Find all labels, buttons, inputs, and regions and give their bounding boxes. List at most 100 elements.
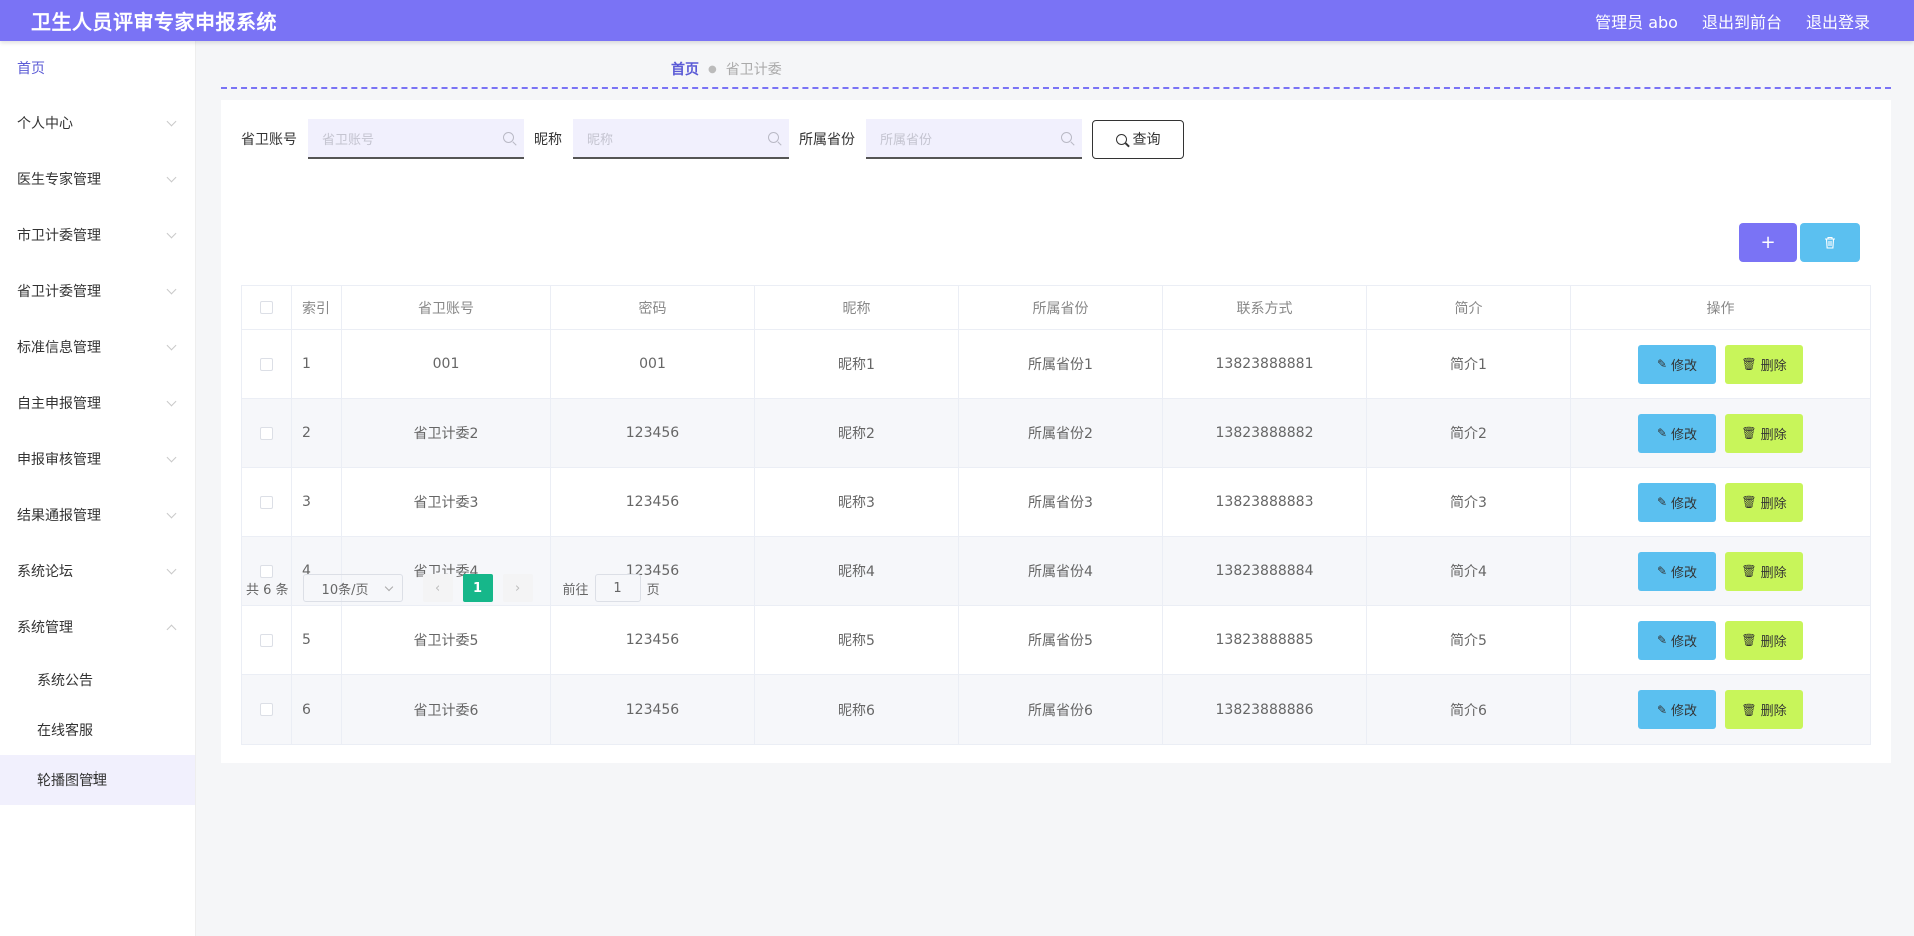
edit-icon: ✎ xyxy=(1656,495,1668,509)
content-panel: 省卫账号 省卫账号 昵称 昵称 所属省份 所属省份 查询 + 索引 省卫账号 密… xyxy=(221,100,1891,763)
next-page-button[interactable]: › xyxy=(502,574,533,602)
account-placeholder: 省卫账号 xyxy=(322,132,375,148)
cell-account: 省卫计委2 xyxy=(342,399,551,467)
sidebar-item-system-manage[interactable]: 系统管理 xyxy=(0,599,195,655)
divider xyxy=(221,87,1891,89)
cell-index: 2 xyxy=(292,399,342,467)
cell-province: 所属省份2 xyxy=(959,399,1163,467)
province-label: 所属省份 xyxy=(799,132,855,148)
cell-actions: ✎ 修改 🗑 删除 xyxy=(1571,330,1870,398)
sidebar-item-label: 医生专家管理 xyxy=(17,172,101,188)
edit-button[interactable]: ✎ 修改 xyxy=(1638,551,1716,591)
cell-phone: 13823888882 xyxy=(1163,399,1367,467)
current-user: 管理员 abo xyxy=(1595,12,1678,32)
sidebar-item-label: 申报审核管理 xyxy=(17,452,101,468)
sidebar-item-self-declare[interactable]: 自主申报管理 xyxy=(0,375,195,431)
delete-button[interactable]: 🗑 删除 xyxy=(1725,482,1803,522)
row-checkbox[interactable] xyxy=(260,495,273,509)
sidebar-item-declare-review[interactable]: 申报审核管理 xyxy=(0,431,195,487)
header-checkbox-cell xyxy=(242,286,292,329)
row-checkbox[interactable] xyxy=(260,426,273,440)
cell-actions: ✎ 修改 🗑 删除 xyxy=(1571,399,1870,467)
query-button[interactable]: 查询 xyxy=(1092,119,1184,159)
sidebar-item-label: 自主申报管理 xyxy=(17,396,101,412)
chevron-down-icon xyxy=(166,452,177,462)
cell-index: 1 xyxy=(292,330,342,398)
delete-button[interactable]: 🗑 删除 xyxy=(1725,620,1803,660)
cell-nickname: 昵称2 xyxy=(755,399,959,467)
sidebar-item-label: 省卫计委管理 xyxy=(17,284,101,300)
chevron-down-icon xyxy=(166,172,177,182)
delete-button[interactable]: 🗑 删除 xyxy=(1725,344,1803,384)
sidebar-item-standard-info[interactable]: 标准信息管理 xyxy=(0,319,195,375)
row-checkbox[interactable] xyxy=(260,633,273,647)
row-checkbox[interactable] xyxy=(260,703,273,716)
edit-icon: ✎ xyxy=(1656,633,1668,647)
prev-page-button[interactable]: ‹ xyxy=(422,574,453,602)
logout-link[interactable]: 退出登录 xyxy=(1806,9,1870,33)
cell-account: 省卫计委3 xyxy=(342,468,551,536)
edit-button[interactable]: ✎ 修改 xyxy=(1638,344,1716,384)
cell-password: 123456 xyxy=(551,606,755,674)
header-index: 索引 xyxy=(292,286,342,329)
breadcrumb-separator-icon: ● xyxy=(708,63,717,75)
edit-button[interactable]: ✎ 修改 xyxy=(1638,620,1716,660)
sidebar-subitem-announcement[interactable]: 系统公告 xyxy=(0,655,195,705)
sidebar-item-label: 个人中心 xyxy=(17,116,73,132)
cell-phone: 13823888886 xyxy=(1163,675,1367,744)
edit-label: 修改 xyxy=(1671,496,1698,512)
cell-password: 001 xyxy=(551,330,755,398)
breadcrumb-home[interactable]: 首页 xyxy=(671,59,699,79)
sidebar-item-city-committee[interactable]: 市卫计委管理 xyxy=(0,207,195,263)
cell-province: 所属省份4 xyxy=(959,537,1163,605)
exit-to-front-link[interactable]: 退出到前台 xyxy=(1702,9,1782,33)
cell-account: 省卫计委6 xyxy=(342,675,551,744)
pagination: 共 6 条 10条/页 ‹ 1 › 前往 1 页 xyxy=(246,574,660,602)
cell-actions: ✎ 修改 🗑 删除 xyxy=(1571,468,1870,536)
edit-icon: ✎ xyxy=(1656,357,1668,371)
delete-label: 删除 xyxy=(1760,496,1787,512)
cell-intro: 简介1 xyxy=(1367,330,1571,398)
delete-button[interactable]: 🗑 删除 xyxy=(1725,690,1803,729)
cell-actions: ✎ 修改 🗑 删除 xyxy=(1571,606,1870,674)
page-size-select[interactable]: 10条/页 xyxy=(302,574,403,602)
sidebar-item-forum[interactable]: 系统论坛 xyxy=(0,543,195,599)
table-row: 6 省卫计委6 123456 昵称6 所属省份6 13823888886 简介6… xyxy=(242,675,1870,744)
sidebar-item-result-notice[interactable]: 结果通报管理 xyxy=(0,487,195,543)
table-row: 2 省卫计委2 123456 昵称2 所属省份2 13823888882 简介2… xyxy=(242,399,1870,468)
select-all-checkbox[interactable] xyxy=(260,301,273,314)
chevron-down-icon xyxy=(166,508,177,518)
query-button-label: 查询 xyxy=(1132,132,1161,148)
header-nickname: 昵称 xyxy=(755,286,959,329)
sidebar-item-label: 系统论坛 xyxy=(17,564,73,580)
chevron-right-icon: › xyxy=(514,580,521,596)
app-title: 卫生人员评审专家申报系统 xyxy=(31,10,277,34)
cell-actions: ✎ 修改 🗑 删除 xyxy=(1571,675,1870,744)
edit-button[interactable]: ✎ 修改 xyxy=(1638,690,1716,729)
sidebar-item-home[interactable]: 首页 xyxy=(0,41,195,95)
row-checkbox-cell xyxy=(242,399,292,467)
search-icon xyxy=(1115,133,1127,145)
header-province: 所属省份 xyxy=(959,286,1163,329)
cell-intro: 简介6 xyxy=(1367,675,1571,744)
cell-password: 123456 xyxy=(551,468,755,536)
batch-delete-button[interactable] xyxy=(1800,223,1860,262)
nickname-search-input[interactable]: 昵称 xyxy=(573,119,789,159)
add-button[interactable]: + xyxy=(1739,223,1797,262)
row-checkbox[interactable] xyxy=(260,357,273,371)
delete-button[interactable]: 🗑 删除 xyxy=(1725,413,1803,453)
goto-page-input[interactable]: 1 xyxy=(594,574,641,602)
chevron-down-icon xyxy=(166,564,177,574)
edit-button[interactable]: ✎ 修改 xyxy=(1638,413,1716,453)
account-search-input[interactable]: 省卫账号 xyxy=(308,119,524,159)
trash-icon: 🗑 xyxy=(1741,702,1757,717)
sidebar-subitem-online-service[interactable]: 在线客服 xyxy=(0,705,195,755)
page-number-1[interactable]: 1 xyxy=(462,574,493,602)
edit-button[interactable]: ✎ 修改 xyxy=(1638,482,1716,522)
sidebar-item-personal-center[interactable]: 个人中心 xyxy=(0,95,195,151)
hand-cursor-icon: ☝ xyxy=(88,768,99,789)
sidebar-item-province-committee[interactable]: 省卫计委管理 xyxy=(0,263,195,319)
sidebar-item-doctor-expert[interactable]: 医生专家管理 xyxy=(0,151,195,207)
province-search-input[interactable]: 所属省份 xyxy=(866,119,1082,159)
delete-button[interactable]: 🗑 删除 xyxy=(1725,551,1803,591)
